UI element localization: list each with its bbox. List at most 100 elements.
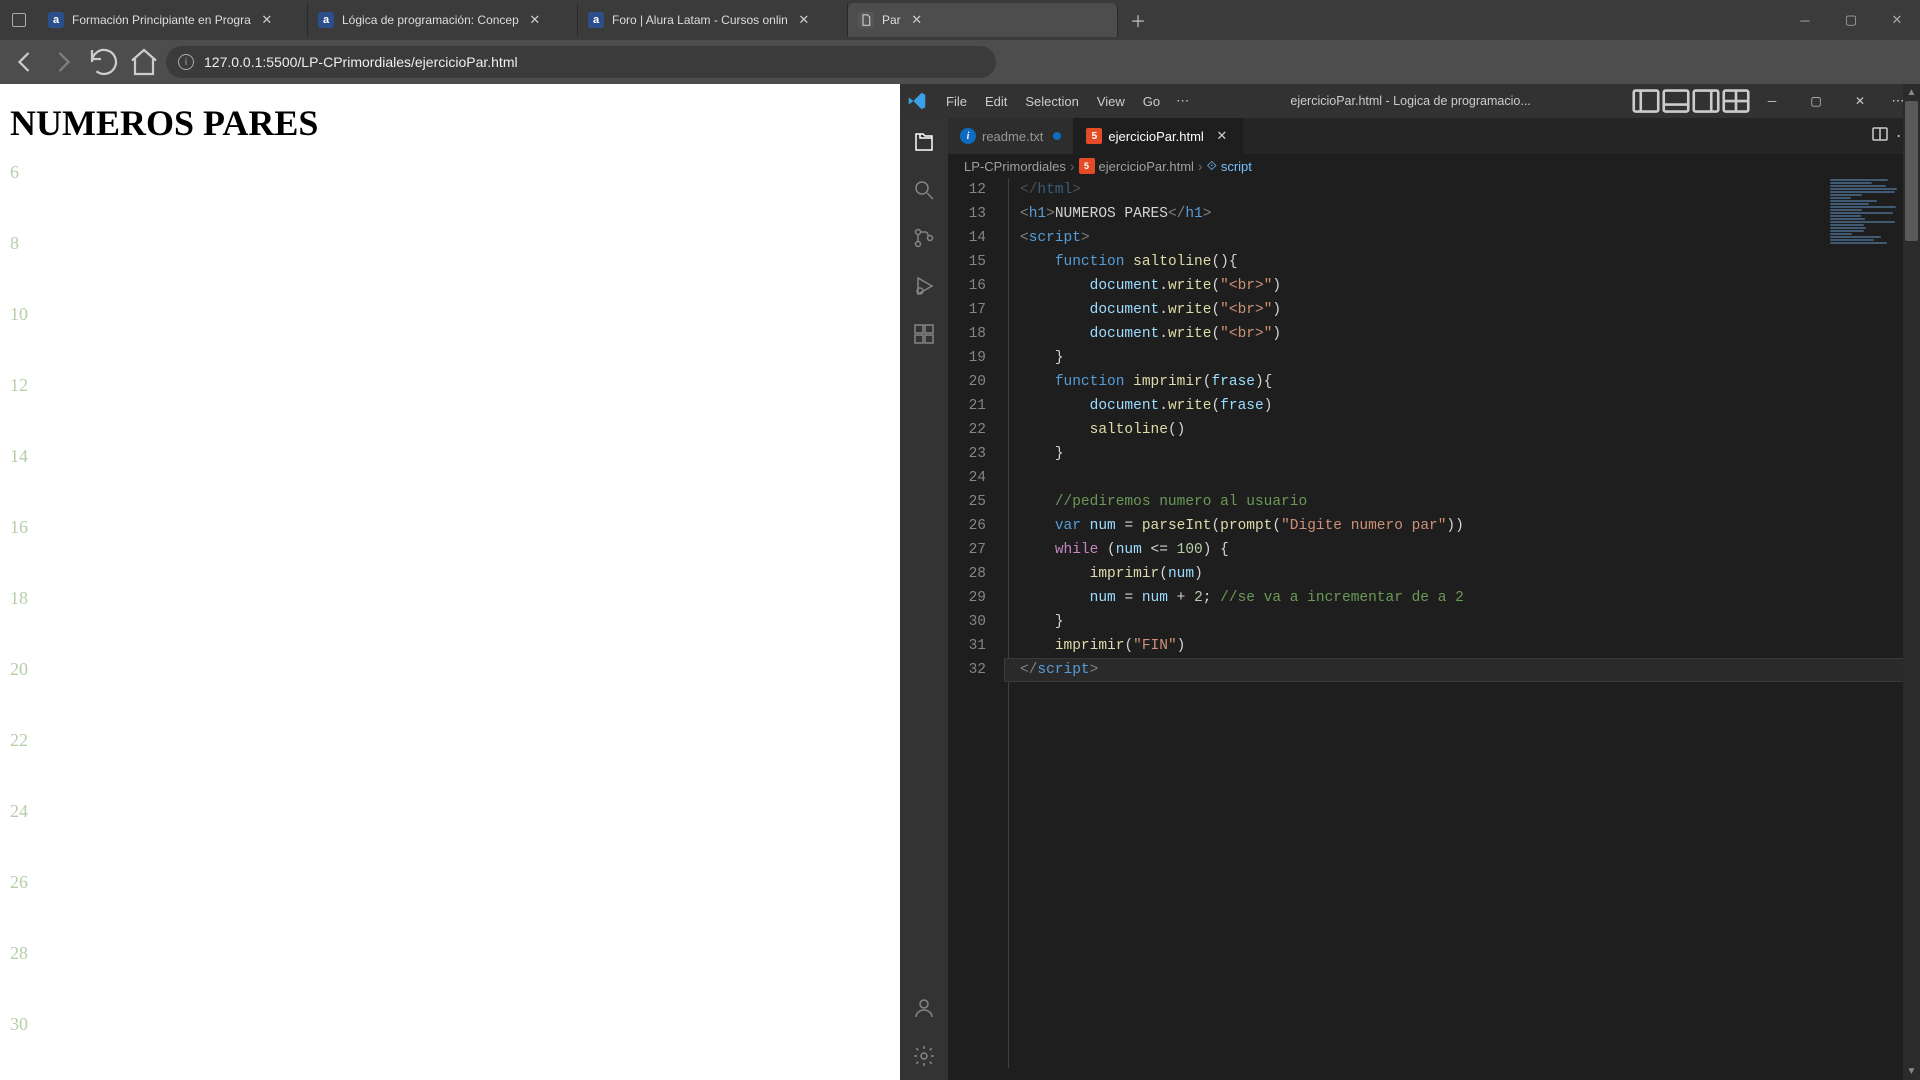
- browser-tab[interactable]: aForo | Alura Latam - Cursos onlin✕: [578, 3, 848, 37]
- vscode-app: FileEditSelectionViewGo ⋯ ejercicioPar.h…: [900, 84, 1920, 1080]
- editor-tab[interactable]: 5ejercicioPar.html✕: [1074, 118, 1242, 154]
- menu-file[interactable]: File: [938, 90, 975, 113]
- code-line[interactable]: }: [1004, 346, 1920, 370]
- vscode-menu: FileEditSelectionViewGo: [938, 90, 1168, 113]
- extensions-icon[interactable]: [910, 320, 938, 348]
- address-bar[interactable]: i 127.0.0.1:5500/LP-CPrimordiales/ejerci…: [166, 46, 996, 78]
- tab-actions-icon[interactable]: [12, 13, 26, 27]
- maximize-button[interactable]: ▢: [1828, 0, 1874, 40]
- account-icon[interactable]: [910, 994, 938, 1022]
- file-icon: [858, 12, 874, 28]
- output-number: 14: [10, 446, 890, 467]
- code-line[interactable]: var num = parseInt(prompt("Digite numero…: [1004, 514, 1920, 538]
- tab-title: Formación Principiante en Progra: [72, 13, 251, 27]
- search-icon[interactable]: [910, 176, 938, 204]
- layout-left-icon[interactable]: [1632, 87, 1660, 115]
- activity-bar: [900, 118, 948, 1080]
- browser-tab[interactable]: Par✕: [848, 3, 1118, 37]
- editor-tab-label: readme.txt: [982, 129, 1043, 144]
- minimap[interactable]: [1826, 178, 1906, 378]
- layout-grid-icon[interactable]: [1722, 87, 1750, 115]
- vscode-logo-icon: [906, 90, 928, 112]
- code-line[interactable]: <script>: [1004, 226, 1920, 250]
- breadcrumb-file: ejercicioPar.html: [1099, 159, 1194, 174]
- minimize-button[interactable]: ─: [1782, 0, 1828, 40]
- code-line[interactable]: saltoline(): [1004, 418, 1920, 442]
- code-line[interactable]: function saltoline(){: [1004, 250, 1920, 274]
- code-line[interactable]: document.write("<br>"): [1004, 322, 1920, 346]
- menu-more[interactable]: ⋯: [1168, 89, 1197, 113]
- url-text: 127.0.0.1:5500/LP-CPrimordiales/ejercici…: [204, 54, 518, 70]
- editor-layout-actions: [1632, 87, 1750, 115]
- favicon-icon: a: [318, 12, 334, 28]
- vscode-close-button[interactable]: ✕: [1838, 84, 1882, 118]
- breadcrumb-folder: LP-CPrimordiales: [964, 159, 1066, 174]
- layout-right-icon[interactable]: [1692, 87, 1720, 115]
- split-editor-icon[interactable]: [1872, 126, 1888, 147]
- editor-area: ireadme.txt5ejercicioPar.html✕⋯ LP-CPrim…: [948, 118, 1920, 1080]
- breadcrumb[interactable]: LP-CPrimordiales › 5 ejercicioPar.html ›…: [948, 154, 1920, 178]
- favicon-icon: a: [48, 12, 64, 28]
- code-line[interactable]: </script>: [1004, 658, 1920, 682]
- code-line[interactable]: //pediremos numero al usuario: [1004, 490, 1920, 514]
- output-number: 10: [10, 304, 890, 325]
- settings-gear-icon[interactable]: [910, 1042, 938, 1070]
- new-tab-button[interactable]: ＋: [1124, 6, 1152, 34]
- code-line[interactable]: }: [1004, 610, 1920, 634]
- code-editor[interactable]: 1213141516171819202122232425262728293031…: [948, 178, 1920, 1080]
- vscode-maximize-button[interactable]: ▢: [1794, 84, 1838, 118]
- home-button[interactable]: [126, 46, 162, 78]
- window-scrollbar[interactable]: ▲ ▼: [1903, 84, 1920, 1080]
- source-control-icon[interactable]: [910, 224, 938, 252]
- output-number: 26: [10, 872, 890, 893]
- site-info-icon[interactable]: i: [178, 54, 194, 70]
- forward-button: [46, 46, 82, 78]
- run-debug-icon[interactable]: [910, 272, 938, 300]
- code-line[interactable]: document.write("<br>"): [1004, 274, 1920, 298]
- page-content: NUMEROS PARES 68101214161820222426283032: [0, 84, 900, 1080]
- close-tab-button[interactable]: ✕: [527, 12, 543, 28]
- breadcrumb-symbol: script: [1221, 159, 1252, 174]
- code-line[interactable]: while (num <= 100) {: [1004, 538, 1920, 562]
- menu-edit[interactable]: Edit: [977, 90, 1015, 113]
- menu-view[interactable]: View: [1089, 90, 1133, 113]
- code-line[interactable]: num = num + 2; //se va a incrementar de …: [1004, 586, 1920, 610]
- code-line[interactable]: imprimir("FIN"): [1004, 634, 1920, 658]
- close-tab-button[interactable]: ✕: [1214, 128, 1230, 144]
- code-line[interactable]: document.write(frase): [1004, 394, 1920, 418]
- code-line[interactable]: imprimir(num): [1004, 562, 1920, 586]
- html-file-icon: 5: [1079, 158, 1095, 174]
- tab-title: Lógica de programación: Concep: [342, 13, 519, 27]
- code-line[interactable]: <h1>NUMEROS PARES</h1>: [1004, 202, 1920, 226]
- editor-tab[interactable]: ireadme.txt: [948, 118, 1074, 154]
- browser-toolbar: i 127.0.0.1:5500/LP-CPrimordiales/ejerci…: [0, 40, 1920, 84]
- output-number: 12: [10, 375, 890, 396]
- browser-tab[interactable]: a Lógica de programación: Concep ✕: [308, 3, 578, 37]
- favicon-icon: a: [588, 12, 604, 28]
- explorer-icon[interactable]: [910, 128, 938, 156]
- code-line[interactable]: </html>: [1004, 178, 1920, 202]
- editor-tab-label: ejercicioPar.html: [1108, 129, 1203, 144]
- back-button[interactable]: [6, 46, 42, 78]
- code-line[interactable]: }: [1004, 442, 1920, 466]
- code-lines[interactable]: </html><h1>NUMEROS PARES</h1><script> fu…: [1004, 178, 1920, 1080]
- line-gutter: 1213141516171819202122232425262728293031…: [948, 178, 1004, 1080]
- output-number: 20: [10, 659, 890, 680]
- output-number: 24: [10, 801, 890, 822]
- menu-selection[interactable]: Selection: [1017, 90, 1086, 113]
- vscode-minimize-button[interactable]: ─: [1750, 84, 1794, 118]
- browser-tab[interactable]: a Formación Principiante en Progra ✕: [38, 3, 308, 37]
- menu-go[interactable]: Go: [1135, 90, 1168, 113]
- layout-bottom-icon[interactable]: [1662, 87, 1690, 115]
- browser-titlebar: a Formación Principiante en Progra ✕ a Lógic…: [0, 0, 1920, 40]
- close-tab-button[interactable]: ✕: [259, 12, 275, 28]
- code-line[interactable]: function imprimir(frase){: [1004, 370, 1920, 394]
- code-line[interactable]: [1004, 466, 1920, 490]
- close-window-button[interactable]: ✕: [1874, 0, 1920, 40]
- output-number: 22: [10, 730, 890, 751]
- close-tab-button[interactable]: ✕: [909, 12, 925, 28]
- refresh-button[interactable]: [86, 46, 122, 78]
- vscode-window-title: ejercicioPar.html - Logica de programaci…: [1290, 94, 1530, 108]
- code-line[interactable]: document.write("<br>"): [1004, 298, 1920, 322]
- close-tab-button[interactable]: ✕: [796, 12, 812, 28]
